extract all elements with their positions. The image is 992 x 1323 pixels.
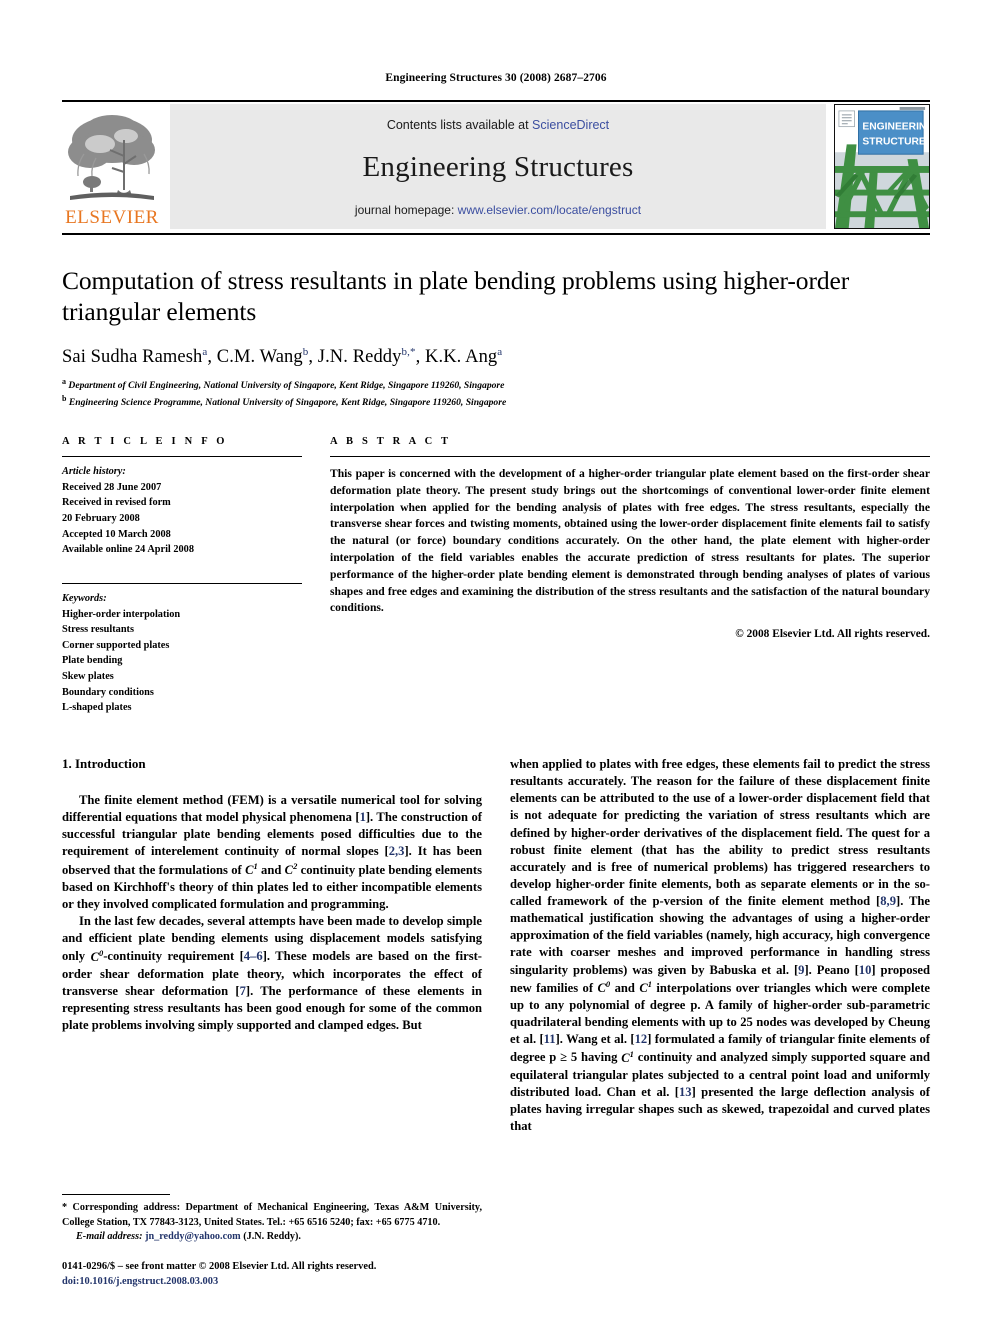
journal-title: Engineering Structures [362, 151, 634, 183]
citation-ref[interactable]: 8,9 [880, 894, 896, 908]
author-affiliation-marker: a [202, 345, 208, 358]
abstract-text: This paper is concerned with the develop… [330, 467, 930, 615]
history-item: Available online 24 April 2008 [62, 544, 194, 556]
keyword-item: L-shaped plates [62, 702, 132, 714]
paragraph-text: ]. Peano [ [804, 962, 859, 977]
math-symbol-c2: C2 [284, 860, 298, 877]
paper-page: Engineering Structures 30 (2008) 2687–27… [0, 0, 992, 1323]
keyword-item: Boundary conditions [62, 686, 154, 698]
svg-text:ENGINEERING: ENGINEERING [862, 122, 929, 133]
citation-ref[interactable]: 13 [679, 1085, 692, 1099]
paragraph-text: when applied to plates with free edges, … [510, 757, 930, 909]
info-abstract-section: A R T I C L E I N F O Article history: R… [62, 436, 930, 716]
affiliation-line: b Engineering Science Programme, Nationa… [62, 393, 930, 410]
math-symbol-c0: C0 [90, 947, 104, 964]
homepage-prefix: journal homepage: [354, 203, 458, 217]
article-history-label: Article history: [62, 466, 126, 478]
affiliation-text: Engineering Science Programme, National … [68, 397, 507, 409]
journal-banner: ELSEVIER Contents lists available at Sci… [62, 104, 930, 229]
author-name: J.N. Reddy [317, 346, 402, 367]
math-symbol-c1: C1 [639, 978, 652, 995]
elsevier-logo: ELSEVIER [62, 104, 162, 229]
author-list: Sai Sudha Ramesha, C.M. Wangb, J.N. Redd… [62, 345, 503, 367]
keyword-item: Stress resultants [62, 624, 134, 636]
keyword-item: Corner supported plates [62, 639, 170, 651]
journal-cover-thumbnail: ENGINEERING STRUCTURES [834, 104, 930, 229]
top-rule [62, 100, 930, 102]
email-owner: (J.N. Reddy). [243, 1231, 301, 1243]
abstract-copyright: © 2008 Elsevier Ltd. All rights reserved… [735, 628, 930, 641]
email-note: E-mail address: jn_reddy@yahoo.com (J.N.… [62, 1230, 482, 1244]
citation-ref[interactable]: 12 [635, 1032, 648, 1046]
body-column-right: when applied to plates with free edges, … [510, 756, 930, 1135]
author-name: K.K. Ang [425, 346, 498, 367]
page-title: Computation of stress resultants in plat… [62, 266, 850, 327]
contents-available-line: Contents lists available at ScienceDirec… [387, 118, 609, 132]
article-info-heading: A R T I C L E I N F O [62, 436, 228, 448]
journal-homepage-line: journal homepage: www.elsevier.com/locat… [355, 203, 641, 217]
banner-bottom-rule [62, 233, 930, 235]
math-symbol-c0: C0 [597, 978, 611, 995]
author-name: Sai Sudha Ramesh [62, 346, 203, 367]
paragraph: when applied to plates with free edges, … [510, 756, 930, 1135]
keyword-item: Higher-order interpolation [62, 608, 181, 620]
body-column-left: 1. Introduction The finite element metho… [62, 756, 482, 1135]
elsevier-tree-icon [66, 110, 158, 208]
footnote-divider [62, 1194, 170, 1196]
history-item: Received 28 June 2007 [62, 481, 162, 493]
journal-banner-center: Contents lists available at ScienceDirec… [170, 104, 826, 229]
paragraph-text: -continuity requirement [ [103, 949, 244, 964]
running-head: Engineering Structures 30 (2008) 2687–27… [385, 72, 607, 84]
paragraph-text: ]. Wang et al. [ [555, 1032, 635, 1047]
history-item: Received in revised form [62, 497, 171, 509]
svg-text:STRUCTURES: STRUCTURES [862, 136, 929, 147]
doi-link[interactable]: doi:10.1016/j.engstruct.2008.03.003 [62, 1274, 482, 1289]
article-info-column: A R T I C L E I N F O Article history: R… [62, 436, 302, 716]
author-affiliation-marker: b [302, 345, 309, 358]
contents-prefix: Contents lists available at [386, 118, 533, 132]
email-label: E-mail address: [76, 1231, 143, 1243]
affiliation-text: Department of Civil Engineering, Nationa… [68, 380, 505, 392]
issn-copyright-block: 0141-0296/$ – see front matter © 2008 El… [62, 1259, 482, 1289]
citation-ref[interactable]: 11 [544, 1032, 556, 1046]
citation-ref[interactable]: 2,3 [389, 844, 405, 858]
journal-homepage-link[interactable]: www.elsevier.com/locate/engstruct [458, 203, 641, 217]
paragraph-text: and [610, 980, 640, 995]
affiliation-marker: a [62, 376, 66, 386]
paragraph: In the last few decades, several attempt… [62, 913, 482, 1034]
citation-ref[interactable]: 4–6 [244, 950, 263, 964]
footnote-area: * Corresponding address: Department of M… [62, 1194, 482, 1289]
affiliation-marker: b [62, 393, 67, 403]
section-title-introduction: 1. Introduction [62, 756, 146, 772]
corresponding-address-text: * Corresponding address: Department of M… [62, 1202, 482, 1228]
body-columns: 1. Introduction The finite element metho… [62, 756, 930, 1135]
keyword-item: Skew plates [62, 671, 114, 683]
email-link[interactable]: jn_reddy@yahoo.com [145, 1231, 241, 1242]
abstract-column: A B S T R A C T This paper is concerned … [330, 436, 930, 716]
history-item: 20 February 2008 [62, 512, 140, 524]
article-history-block: Article history: Received 28 June 2007 R… [62, 457, 302, 558]
math-symbol-c1: C1 [245, 860, 258, 877]
affiliation-block: a Department of Civil Engineering, Natio… [62, 376, 930, 410]
citation-ref[interactable]: 10 [859, 963, 872, 977]
elsevier-wordmark: ELSEVIER [65, 207, 159, 228]
sciencedirect-link[interactable]: ScienceDirect [532, 118, 609, 132]
affiliation-line: a Department of Civil Engineering, Natio… [62, 376, 930, 393]
author-name: C.M. Wang [216, 346, 303, 367]
paragraph: The finite element method (FEM) is a ver… [62, 792, 482, 913]
keywords-block: Keywords: Higher-order interpolation Str… [62, 576, 302, 716]
paragraph-text: and [257, 862, 285, 877]
author-affiliation-marker: b,* [401, 345, 416, 358]
author-affiliation-marker: a [497, 345, 503, 358]
abstract-heading: A B S T R A C T [330, 436, 452, 448]
history-item: Accepted 10 March 2008 [62, 528, 171, 540]
corresponding-author-note: * Corresponding address: Department of M… [62, 1201, 482, 1230]
math-symbol-c1: C1 [621, 1048, 634, 1065]
keyword-item: Plate bending [62, 655, 123, 667]
keywords-label: Keywords: [62, 592, 107, 604]
issn-line: 0141-0296/$ – see front matter © 2008 El… [62, 1260, 377, 1272]
